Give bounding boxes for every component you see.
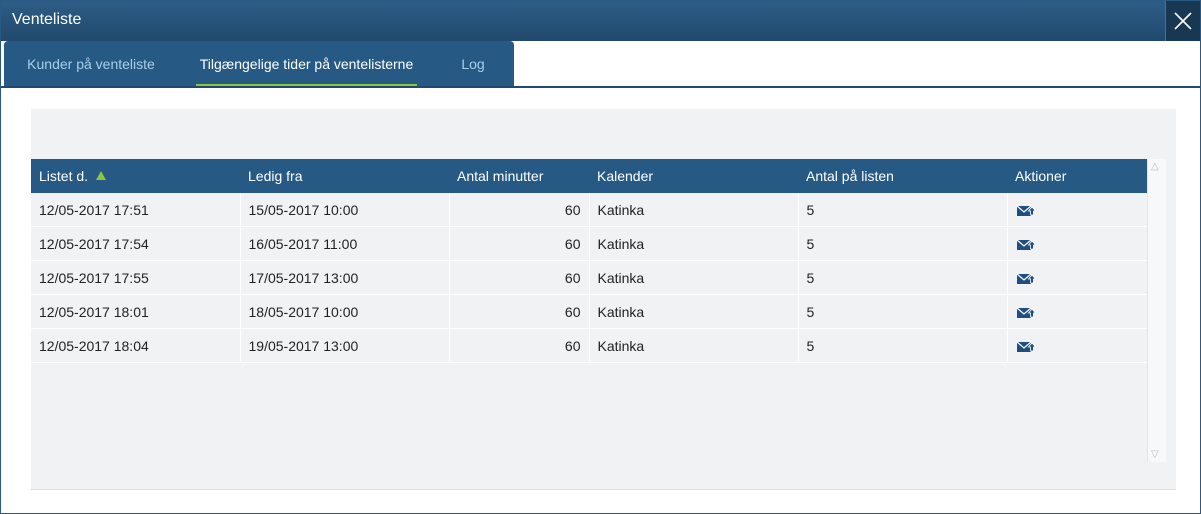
cell-actions bbox=[1007, 193, 1148, 227]
cell-listed-date: 12/05-2017 17:54 bbox=[31, 226, 241, 261]
table-scrollbar[interactable]: △ ▽ bbox=[1147, 159, 1166, 462]
column-header-available-from[interactable]: Ledig fra bbox=[240, 159, 449, 193]
cell-calendar: Katinka bbox=[589, 294, 799, 329]
available-times-table: Listet d. Ledig fra Antal minutter Kalen… bbox=[31, 159, 1148, 363]
cell-calendar: Katinka bbox=[589, 328, 799, 363]
table-row: 12/05-2017 17:55 17/05-2017 13:00 60 Kat… bbox=[31, 260, 1148, 295]
cell-available-from: 17/05-2017 13:00 bbox=[240, 260, 450, 295]
cell-calendar: Katinka bbox=[589, 193, 799, 227]
mail-send-icon[interactable] bbox=[1016, 272, 1036, 286]
cell-count-on-list: 5 bbox=[798, 328, 1008, 363]
column-header-minutes[interactable]: Antal minutter bbox=[449, 159, 589, 193]
cell-available-from: 15/05-2017 10:00 bbox=[240, 193, 450, 227]
cell-minutes: 60 bbox=[449, 328, 590, 363]
cell-actions bbox=[1007, 294, 1148, 329]
cell-count-on-list: 5 bbox=[798, 193, 1008, 227]
tab-customers-on-waitlist[interactable]: Kunder på venteliste bbox=[4, 41, 178, 87]
cell-actions bbox=[1007, 226, 1148, 261]
scroll-down-icon[interactable]: ▽ bbox=[1151, 449, 1159, 460]
close-icon bbox=[1174, 12, 1192, 30]
tab-log[interactable]: Log bbox=[434, 41, 512, 87]
close-button[interactable] bbox=[1165, 1, 1200, 41]
cell-calendar: Katinka bbox=[589, 226, 799, 261]
cell-minutes: 60 bbox=[449, 226, 590, 261]
tab-underline bbox=[1, 86, 1200, 88]
cell-listed-date: 12/05-2017 17:55 bbox=[31, 260, 241, 295]
sort-ascending-icon bbox=[96, 171, 107, 180]
cell-actions bbox=[1007, 328, 1148, 363]
cell-calendar: Katinka bbox=[589, 260, 799, 295]
window-title: Venteliste bbox=[12, 11, 82, 28]
mail-send-icon[interactable] bbox=[1016, 306, 1036, 320]
cell-listed-date: 12/05-2017 18:04 bbox=[31, 328, 241, 363]
table-row: 12/05-2017 18:04 19/05-2017 13:00 60 Kat… bbox=[31, 328, 1148, 363]
scroll-up-icon[interactable]: △ bbox=[1151, 161, 1159, 172]
column-header-actions: Aktioner bbox=[1007, 159, 1147, 193]
cell-listed-date: 12/05-2017 17:51 bbox=[31, 193, 241, 227]
waitlist-dialog: Venteliste Kunder på venteliste Tilgænge… bbox=[0, 0, 1201, 514]
cell-minutes: 60 bbox=[449, 193, 590, 227]
table-header-row: Listet d. Ledig fra Antal minutter Kalen… bbox=[31, 159, 1147, 193]
cell-count-on-list: 5 bbox=[798, 260, 1008, 295]
mail-send-icon[interactable] bbox=[1016, 238, 1036, 252]
column-header-listed-date[interactable]: Listet d. bbox=[31, 159, 240, 193]
cell-available-from: 18/05-2017 10:00 bbox=[240, 294, 450, 329]
tab-available-times[interactable]: Tilgængelige tider på ventelisterne bbox=[196, 41, 417, 87]
tab-bar: Kunder på venteliste Tilgængelige tider … bbox=[4, 41, 514, 87]
title-bar: Venteliste bbox=[1, 1, 1200, 41]
mail-send-icon[interactable] bbox=[1016, 340, 1036, 354]
cell-count-on-list: 5 bbox=[798, 294, 1008, 329]
column-header-calendar[interactable]: Kalender bbox=[589, 159, 798, 193]
table-row: 12/05-2017 17:54 16/05-2017 11:00 60 Kat… bbox=[31, 226, 1148, 261]
content-panel: Listet d. Ledig fra Antal minutter Kalen… bbox=[31, 109, 1176, 490]
cell-available-from: 19/05-2017 13:00 bbox=[240, 328, 450, 363]
cell-minutes: 60 bbox=[449, 294, 590, 329]
cell-actions bbox=[1007, 260, 1148, 295]
column-header-count-on-list[interactable]: Antal på listen bbox=[798, 159, 1007, 193]
table-row: 12/05-2017 17:51 15/05-2017 10:00 60 Kat… bbox=[31, 193, 1148, 227]
cell-minutes: 60 bbox=[449, 260, 590, 295]
cell-listed-date: 12/05-2017 18:01 bbox=[31, 294, 241, 329]
mail-send-icon[interactable] bbox=[1016, 204, 1036, 218]
table-row: 12/05-2017 18:01 18/05-2017 10:00 60 Kat… bbox=[31, 294, 1148, 329]
cell-count-on-list: 5 bbox=[798, 226, 1008, 261]
cell-available-from: 16/05-2017 11:00 bbox=[240, 226, 450, 261]
